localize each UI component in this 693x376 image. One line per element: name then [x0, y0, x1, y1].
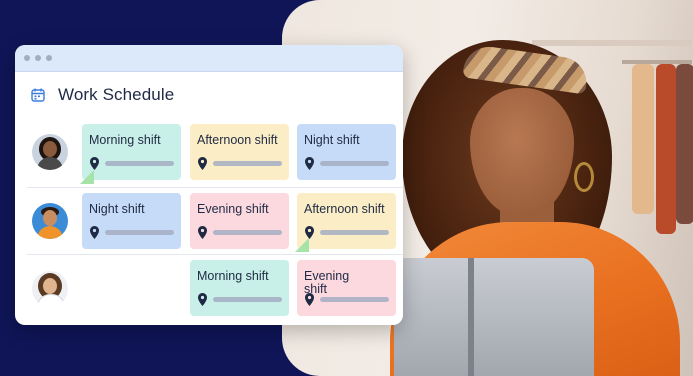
shift-card[interactable]: Evening shift — [190, 193, 289, 249]
location-pin-icon — [305, 293, 314, 306]
shift-card[interactable]: Night shift — [297, 124, 396, 180]
address-placeholder-bar — [320, 230, 389, 235]
shift-label: Afternoon shift — [304, 202, 385, 216]
laptop — [394, 258, 594, 376]
shift-card[interactable]: Night shift — [82, 193, 181, 249]
corner-flag — [80, 170, 94, 184]
location-pin-icon — [90, 226, 99, 239]
address-placeholder-bar — [213, 161, 282, 166]
location-pin-icon — [198, 293, 207, 306]
window-dot[interactable] — [35, 55, 41, 61]
avatar[interactable] — [32, 134, 68, 170]
schedule-window: Work Schedule Morning shift Afternoon sh… — [15, 45, 403, 325]
shift-card[interactable]: Evening shift — [297, 260, 396, 316]
address-placeholder-bar — [105, 230, 174, 235]
laptop-edge — [468, 258, 474, 376]
shelf — [532, 40, 692, 46]
shift-label: Morning shift — [89, 133, 161, 147]
hanging-garment — [632, 64, 654, 214]
avatar[interactable] — [32, 271, 68, 307]
address-placeholder-bar — [105, 161, 174, 166]
shift-card[interactable]: Afternoon shift — [297, 193, 396, 249]
corner-flag — [295, 238, 309, 252]
location-pin-icon — [198, 157, 207, 170]
row-divider — [27, 254, 403, 255]
location-pin-icon — [198, 226, 207, 239]
shift-label: Evening shift — [197, 202, 269, 216]
location-pin-icon — [90, 157, 99, 170]
shift-card[interactable]: Afternoon shift — [190, 124, 289, 180]
shift-label: Night shift — [89, 202, 145, 216]
shift-label: Night shift — [304, 133, 360, 147]
page-title: Work Schedule — [58, 85, 175, 104]
window-dot[interactable] — [24, 55, 30, 61]
address-placeholder-bar — [320, 297, 389, 302]
row-divider — [27, 187, 403, 188]
hanging-garment — [676, 64, 693, 224]
shift-card[interactable]: Morning shift — [82, 124, 181, 180]
address-placeholder-bar — [213, 230, 282, 235]
window-dot[interactable] — [46, 55, 52, 61]
shift-label: Morning shift — [197, 269, 269, 283]
shift-card[interactable]: Morning shift — [190, 260, 289, 316]
hanging-garment — [656, 64, 676, 234]
window-titlebar — [15, 45, 403, 72]
calendar-icon — [31, 88, 45, 102]
location-pin-icon — [305, 157, 314, 170]
earring — [574, 162, 594, 192]
schedule-header: Work Schedule — [31, 85, 174, 105]
shift-label: Afternoon shift — [197, 133, 278, 147]
avatar[interactable] — [32, 203, 68, 239]
address-placeholder-bar — [213, 297, 282, 302]
address-placeholder-bar — [320, 161, 389, 166]
